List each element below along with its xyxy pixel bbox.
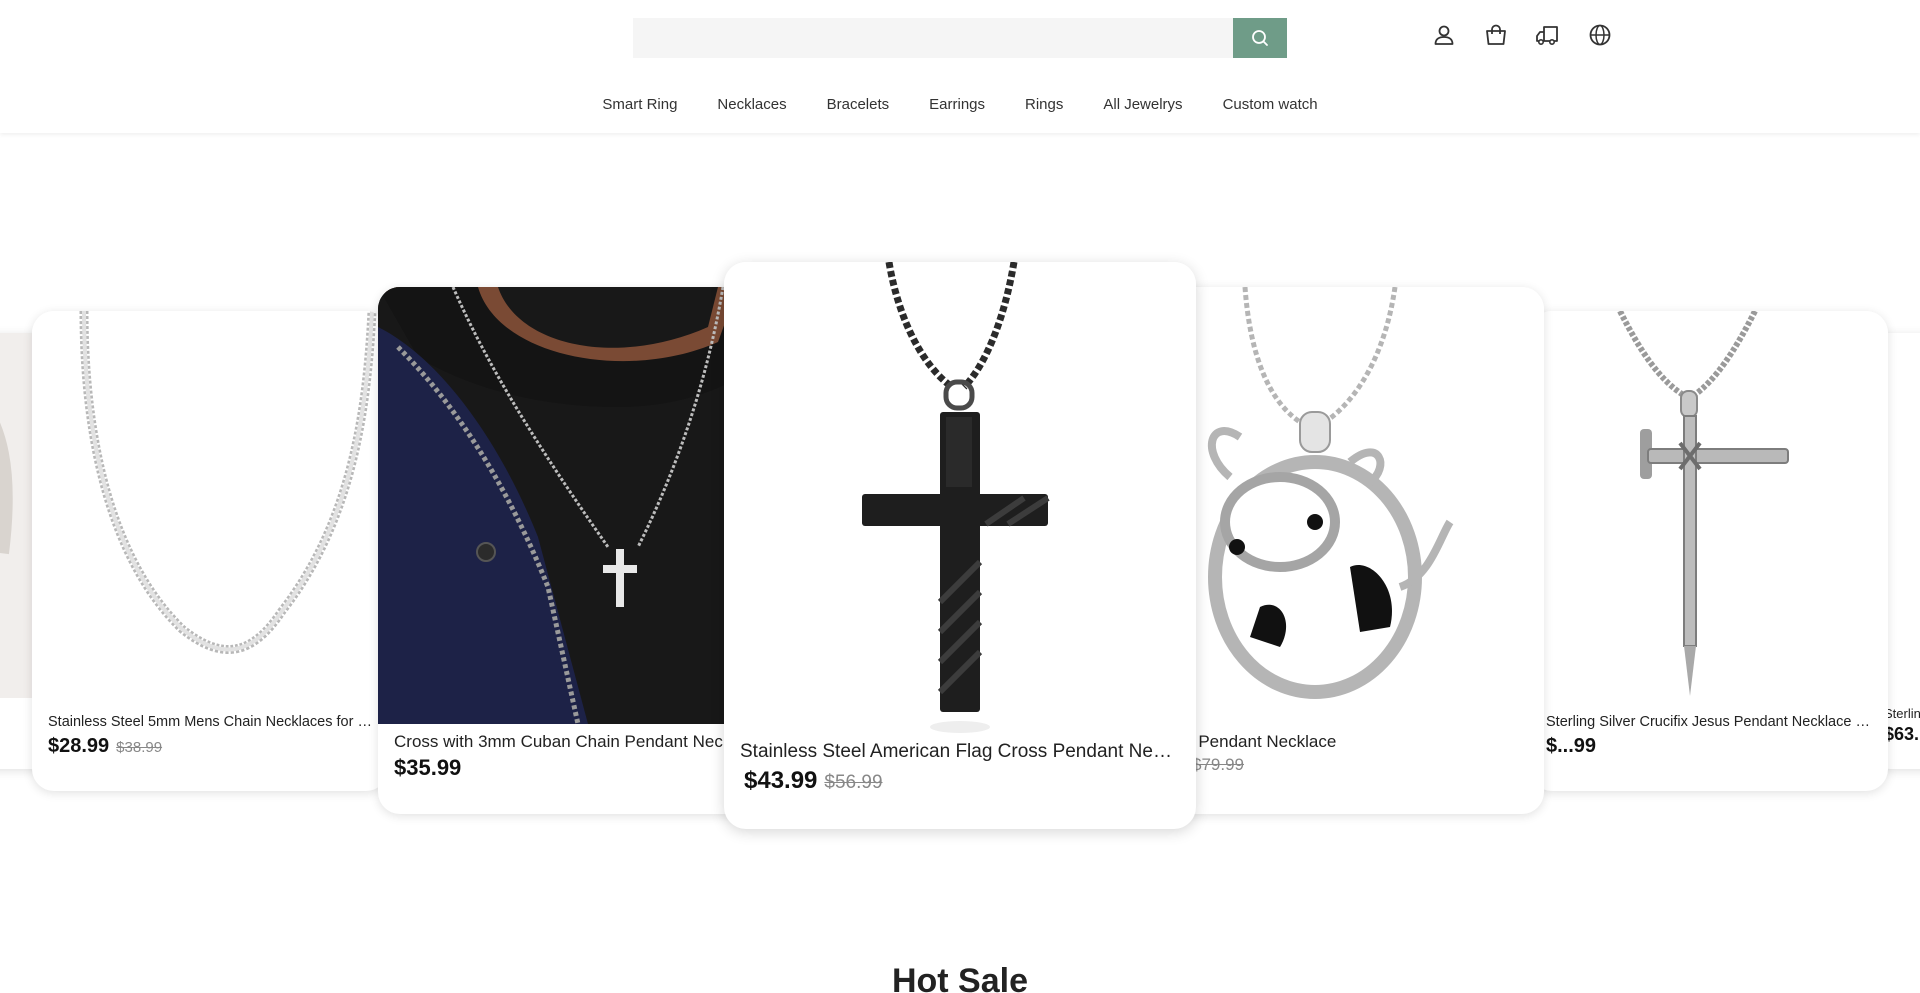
product-prices: $79.99 <box>1192 755 1244 775</box>
site-header: Smart Ring Necklaces Bracelets Earrings … <box>0 0 1920 133</box>
product-prices: $...99 <box>1546 735 1596 758</box>
main-nav: Smart Ring Necklaces Bracelets Earrings … <box>0 96 1920 113</box>
product-image <box>1530 311 1888 706</box>
product-prices: $43.99 $56.99 <box>744 767 883 795</box>
cart-button[interactable] <box>1481 20 1511 50</box>
nav-necklaces[interactable]: Necklaces <box>717 96 786 113</box>
shipping-icon <box>1536 26 1558 45</box>
product-title: Sterlin <box>1884 706 1920 721</box>
product-prices: $28.99 $38.99 <box>48 735 162 758</box>
product-prices: $63. <box>1884 724 1919 745</box>
nav-custom-watch[interactable]: Custom watch <box>1223 96 1318 113</box>
product-card[interactable]: Stainless Steel 5mm Mens Chain Necklaces… <box>32 311 388 791</box>
product-image <box>724 262 1196 737</box>
product-card-featured[interactable]: Stainless Steel American Flag Cross Pend… <box>724 262 1196 829</box>
search-input[interactable] <box>633 18 1233 58</box>
product-image <box>32 311 388 706</box>
product-old-price: $79.99 <box>1192 755 1244 774</box>
search-button[interactable] <box>1233 18 1287 58</box>
product-price: $35.99 <box>394 755 462 780</box>
hot-sale-heading: Hot Sale <box>891 962 1029 993</box>
nav-rings[interactable]: Rings <box>1025 96 1063 113</box>
product-price: $...99 <box>1546 735 1597 757</box>
product-prices: $35.99 <box>394 755 461 781</box>
user-icon <box>1434 25 1454 45</box>
nav-bracelets[interactable]: Bracelets <box>827 96 890 113</box>
nav-all-jewelrys[interactable]: All Jewelrys <box>1103 96 1182 113</box>
product-carousel: Sterlin $63. Stainless Steel 5mm Mens Ch… <box>0 133 1920 853</box>
language-button[interactable] <box>1585 20 1615 50</box>
nav-smart-ring[interactable]: Smart Ring <box>602 96 677 113</box>
globe-icon <box>1589 24 1611 46</box>
track-order-button[interactable] <box>1533 20 1563 50</box>
product-title: Stainless Steel 5mm Mens Chain Necklaces… <box>48 714 372 730</box>
product-title: Sterling Silver Crucifix Jesus Pendant N… <box>1546 714 1872 730</box>
product-old-price: $56.99 <box>824 772 883 793</box>
cart-icon <box>1486 24 1506 45</box>
product-price: $43.99 <box>744 767 818 794</box>
product-old-price: $38.99 <box>116 739 163 756</box>
search-bar <box>633 18 1287 58</box>
product-price: $63. <box>1884 724 1920 744</box>
product-card[interactable]: Sterling Silver Crucifix Jesus Pendant N… <box>1530 311 1888 791</box>
product-price: $28.99 <box>48 735 110 757</box>
product-title: Stainless Steel American Flag Cross Pend… <box>740 741 1176 762</box>
nav-earrings[interactable]: Earrings <box>929 96 985 113</box>
account-button[interactable] <box>1429 20 1459 50</box>
search-icon <box>1252 30 1268 46</box>
